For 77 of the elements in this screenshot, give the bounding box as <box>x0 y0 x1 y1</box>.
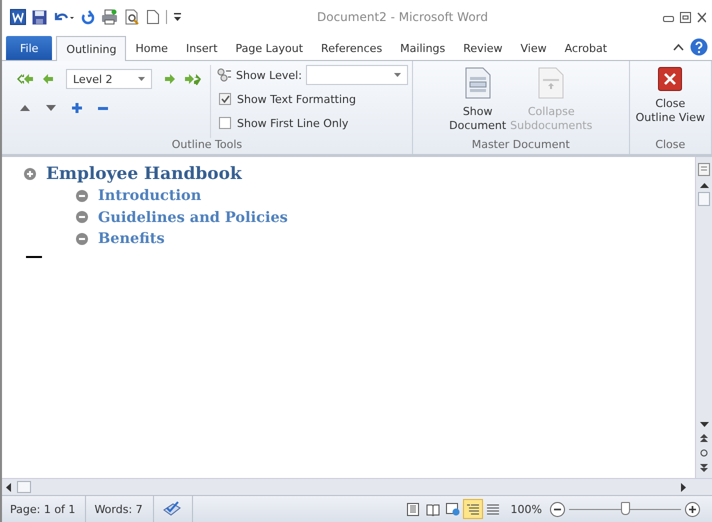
zoom-slider-thumb[interactable] <box>621 502 630 514</box>
ribbon-tab[interactable]: Acrobat <box>556 36 616 60</box>
print-view-icon <box>406 502 420 516</box>
checkbox-option[interactable]: Show Text Formatting <box>217 89 408 109</box>
reading-view-icon <box>426 502 440 516</box>
proofing-icon[interactable] <box>162 501 182 517</box>
collapse-symbol-icon[interactable] <box>76 232 88 245</box>
select-browse-object-icon[interactable] <box>700 449 708 457</box>
new-document-icon[interactable] <box>146 9 160 25</box>
group-label: Outline Tools <box>170 138 244 153</box>
demote-to-body-text-icon[interactable] <box>184 73 202 85</box>
move-up-icon[interactable] <box>20 105 30 111</box>
word-logo-icon[interactable] <box>10 9 26 25</box>
document-icon <box>464 67 491 99</box>
dropdown-arrow-icon <box>138 77 145 81</box>
redo-icon[interactable] <box>81 10 95 24</box>
move-down-icon[interactable] <box>46 105 56 111</box>
show-level-icon <box>217 68 232 82</box>
collapse-ribbon-icon[interactable] <box>673 43 684 51</box>
next-page-icon[interactable] <box>700 464 708 472</box>
customize-menu-icon[interactable] <box>173 12 182 22</box>
save-icon[interactable] <box>32 10 47 24</box>
document-icon <box>538 67 564 99</box>
show-document-button[interactable]: Show Document <box>447 67 508 138</box>
previous-page-icon[interactable] <box>700 434 708 442</box>
collapse-symbol-icon[interactable] <box>76 190 88 202</box>
word-count[interactable]: Words: 7 <box>86 496 154 522</box>
window-title: Document2 - Microsoft Word <box>316 10 490 24</box>
ribbon-tab[interactable]: Outlining <box>56 36 126 61</box>
close-outline-view-button[interactable]: Close Outline View <box>634 67 707 138</box>
scrollbar-thumb[interactable] <box>17 481 31 493</box>
outline-view-icon <box>466 502 480 516</box>
promote-to-heading-icon[interactable] <box>16 73 34 85</box>
end-of-document-mark <box>26 256 42 258</box>
heading-text: Employee Handbook <box>46 163 242 185</box>
close-icon[interactable] <box>697 12 706 22</box>
ribbon-tab[interactable]: Page Layout <box>226 36 312 60</box>
print-preview-icon[interactable] <box>124 9 140 25</box>
scrollbar-thumb[interactable] <box>698 192 710 206</box>
ribbon-tab[interactable]: Review <box>454 36 512 60</box>
printer-icon[interactable] <box>101 9 118 25</box>
close-icon <box>658 67 682 91</box>
outline-level-dropdown[interactable]: Level 2 <box>66 69 152 89</box>
scroll-right-icon[interactable] <box>681 482 686 492</box>
zoom-level[interactable]: 100% <box>510 502 542 516</box>
file-tab[interactable]: File <box>6 36 52 60</box>
collapse-symbol-icon[interactable] <box>76 211 88 224</box>
zoom-out-icon[interactable] <box>550 502 565 516</box>
checkbox[interactable] <box>219 93 231 105</box>
checkbox-option[interactable]: Show First Line Only <box>217 113 408 133</box>
group-label: Close <box>654 138 686 153</box>
outline-view-button[interactable] <box>462 499 483 519</box>
group-label: Master Document <box>470 138 571 153</box>
checkbox[interactable] <box>219 117 231 129</box>
show-level-label: Show Level: <box>236 68 302 82</box>
page-count[interactable]: Page: 1 of 1 <box>2 496 86 522</box>
ruler-toggle-icon[interactable] <box>698 163 710 176</box>
web-view-icon <box>446 502 460 516</box>
help-icon[interactable] <box>690 38 708 56</box>
ribbon-tab[interactable]: Mailings <box>391 36 454 60</box>
dropdown-arrow-icon <box>394 73 401 77</box>
subheading-text: Introduction <box>98 186 202 206</box>
scroll-left-icon[interactable] <box>6 482 11 492</box>
ribbon-tab[interactable]: Home <box>126 36 177 60</box>
draft-view-icon <box>486 502 500 516</box>
scroll-down-icon[interactable] <box>700 422 708 427</box>
subheading-text: Guidelines and Policies <box>98 208 288 228</box>
expand-symbol-icon[interactable] <box>24 168 36 180</box>
zoom-in-icon[interactable] <box>685 502 700 516</box>
collapse-icon[interactable] <box>98 106 108 110</box>
restore-icon[interactable] <box>680 12 691 22</box>
scroll-up-icon[interactable] <box>700 183 708 188</box>
subheading-text: Benefits <box>98 229 165 249</box>
ribbon-tab[interactable]: Insert <box>176 36 227 60</box>
expand-icon[interactable] <box>72 103 82 113</box>
ribbon-tab[interactable]: View <box>512 36 556 60</box>
ribbon-tab[interactable]: References <box>312 36 392 60</box>
